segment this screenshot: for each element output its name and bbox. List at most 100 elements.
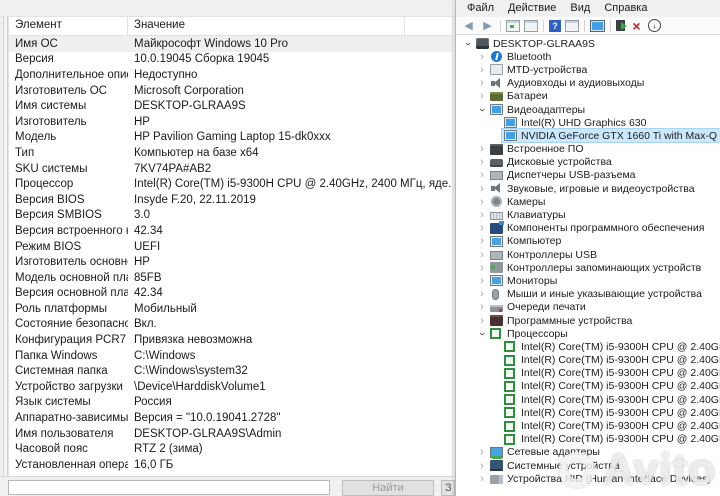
table-row[interactable]: SKU системы7KV74PA#AB2	[9, 161, 452, 177]
chevron-right-icon[interactable]: ›	[476, 184, 488, 194]
table-row[interactable]: ТипКомпьютер на базе x64	[9, 145, 452, 161]
chevron-right-icon[interactable]: ›	[476, 276, 488, 286]
tree-item[interactable]: Диспетчеры USB-разъема	[488, 169, 638, 182]
close-search-button[interactable]: З	[441, 480, 455, 496]
tree-item[interactable]: Intel(R) UHD Graphics 630	[502, 116, 648, 129]
chevron-right-icon[interactable]: ›	[476, 78, 488, 88]
tree-item[interactable]: Клавиатуры	[488, 209, 568, 222]
table-row[interactable]: Версия BIOSInsyde F.20, 22.11.2019	[9, 192, 452, 208]
table-row[interactable]: Роль платформыМобильный	[9, 301, 452, 317]
tree-item[interactable]: MTD-устройства	[488, 63, 589, 76]
chevron-right-icon[interactable]: ›	[476, 91, 488, 101]
tree-item[interactable]: Дисковые устройства	[488, 156, 614, 169]
chevron-right-icon[interactable]: ›	[476, 197, 488, 207]
table-row[interactable]: ПроцессорIntel(R) Core(TM) i5-9300H CPU …	[9, 176, 452, 192]
chevron-right-icon[interactable]: ›	[476, 263, 488, 273]
table-row[interactable]: Дополнительное опис...Недоступно	[9, 67, 452, 83]
show-console-tree-icon[interactable]	[506, 20, 520, 32]
tree-item[interactable]: Intel(R) Core(TM) i5-9300H CPU @ 2.40GHz	[502, 433, 720, 446]
tree-item[interactable]: Intel(R) Core(TM) i5-9300H CPU @ 2.40GHz	[502, 340, 720, 353]
tree-item[interactable]: Мониторы	[488, 274, 559, 287]
tree-item[interactable]: Контроллеры запоминающих устройств	[488, 261, 703, 274]
chevron-right-icon[interactable]: ›	[476, 447, 488, 457]
tree-item[interactable]: Очереди печати	[488, 301, 588, 314]
scan-hardware-changes-icon[interactable]	[590, 20, 605, 32]
tree-item[interactable]: Сетевые адаптеры	[488, 446, 602, 459]
tree-item[interactable]: Процессоры	[488, 327, 570, 340]
tree-item[interactable]: Intel(R) Core(TM) i5-9300H CPU @ 2.40GHz	[502, 420, 720, 433]
menu-item[interactable]: Файл	[460, 1, 501, 15]
table-row[interactable]: Папка WindowsC:\Windows	[9, 348, 452, 364]
tree-item[interactable]: Intel(R) Core(TM) i5-9300H CPU @ 2.40GHz	[502, 380, 720, 393]
menu-item[interactable]: Справка	[597, 1, 654, 15]
chevron-right-icon[interactable]: ›	[476, 250, 488, 260]
chevron-down-icon[interactable]: ›	[477, 104, 487, 116]
chevron-right-icon[interactable]: ›	[476, 289, 488, 299]
table-row[interactable]: МодельHP Pavilion Gaming Laptop 15-dk0xx…	[9, 130, 452, 146]
table-row[interactable]: Версия SMBIOS3.0	[9, 208, 452, 224]
tree-item[interactable]: Программные устройства	[488, 314, 634, 327]
chevron-right-icon[interactable]: ›	[476, 65, 488, 75]
forward-icon[interactable]: ▶	[480, 19, 495, 33]
find-button[interactable]: Найти	[342, 480, 434, 496]
chevron-right-icon[interactable]: ›	[476, 170, 488, 180]
table-row[interactable]: Версия основной платы42.34	[9, 286, 452, 302]
tree-item[interactable]: Аудиовходы и аудиовыходы	[488, 77, 646, 90]
back-icon[interactable]: ◀	[461, 19, 476, 33]
tree-item[interactable]: DESKTOP-GLRAA9S	[474, 37, 597, 50]
table-row[interactable]: Изготовитель основно...HP	[9, 254, 452, 270]
tree-item[interactable]: Intel(R) Core(TM) i5-9300H CPU @ 2.40GHz	[502, 367, 720, 380]
tree-item[interactable]: Компьютер	[488, 235, 563, 248]
chevron-right-icon[interactable]: ›	[476, 210, 488, 220]
tree-item[interactable]: Контроллеры USB	[488, 248, 599, 261]
tree-item[interactable]: Камеры	[488, 195, 547, 208]
tree-item[interactable]: Intel(R) Core(TM) i5-9300H CPU @ 2.40GHz	[502, 354, 720, 367]
table-row[interactable]: Системная папкаC:\Windows\system32	[9, 363, 452, 379]
tree-item[interactable]: Устройства HID (Human Interface Devices)	[488, 472, 713, 485]
help-icon[interactable]: ?	[549, 20, 561, 32]
table-row[interactable]: Часовой поясRTZ 2 (зима)	[9, 441, 452, 457]
tree-item[interactable]: Мыши и иные указывающие устройства	[488, 288, 704, 301]
update-driver-icon[interactable]	[616, 20, 625, 31]
tree-item[interactable]: Intel(R) Core(TM) i5-9300H CPU @ 2.40GHz	[502, 393, 720, 406]
table-row[interactable]: Установленная операт...16,0 ГБ	[9, 457, 452, 473]
properties-icon[interactable]	[524, 20, 538, 32]
table-row[interactable]: Язык системыРоссия	[9, 395, 452, 411]
chevron-right-icon[interactable]: ›	[476, 302, 488, 312]
search-input[interactable]	[8, 480, 330, 495]
table-row[interactable]: Версия10.0.19045 Сборка 19045	[9, 52, 452, 68]
table-row[interactable]: Конфигурация PCR7Привязка невозможна	[9, 332, 452, 348]
tree-item[interactable]: Bluetooth	[488, 50, 553, 63]
chevron-down-icon[interactable]: ›	[477, 328, 487, 340]
table-row[interactable]: Имя ОСМайкрософт Windows 10 Pro	[9, 36, 452, 52]
tree-item[interactable]: Intel(R) Core(TM) i5-9300H CPU @ 2.40GHz	[502, 406, 720, 419]
tree-item[interactable]: Звуковые, игровые и видеоустройства	[488, 182, 697, 195]
tree-item[interactable]: Батареи	[488, 90, 550, 103]
tree-item[interactable]: Системные устройства	[488, 459, 622, 472]
column-header-element[interactable]: Элемент	[9, 17, 128, 35]
table-row[interactable]: Устройство загрузки\Device\HarddiskVolum…	[9, 379, 452, 395]
uninstall-device-icon[interactable]: ×	[629, 19, 644, 33]
chevron-right-icon[interactable]: ›	[476, 461, 488, 471]
table-row[interactable]: Состояние безопасно...Вкл.	[9, 317, 452, 333]
tree-item[interactable]: Встроенное ПО	[488, 143, 586, 156]
table-row[interactable]: Имя системыDESKTOP-GLRAA9S	[9, 98, 452, 114]
table-row[interactable]: Модель основной пла...85FB	[9, 270, 452, 286]
chevron-right-icon[interactable]: ›	[476, 236, 488, 246]
chevron-right-icon[interactable]: ›	[476, 157, 488, 167]
window-icon[interactable]	[565, 20, 579, 32]
tree-item[interactable]: Компоненты программного обеспечения	[488, 222, 706, 235]
menu-item[interactable]: Действие	[501, 1, 563, 15]
table-row[interactable]: Версия встроенного к...42.34	[9, 223, 452, 239]
chevron-right-icon[interactable]: ›	[476, 223, 488, 233]
chevron-right-icon[interactable]: ›	[476, 52, 488, 62]
table-row[interactable]: Режим BIOSUEFI	[9, 239, 452, 255]
chevron-down-icon[interactable]: ›	[463, 38, 473, 50]
chevron-right-icon[interactable]: ›	[476, 316, 488, 326]
table-row[interactable]: Имя пользователяDESKTOP-GLRAA9S\Admin	[9, 426, 452, 442]
table-row[interactable]: Изготовитель ОСMicrosoft Corporation	[9, 83, 452, 99]
table-row[interactable]: Аппаратно-зависимы...Версия = "10.0.1904…	[9, 410, 452, 426]
chevron-right-icon[interactable]: ›	[476, 144, 488, 154]
column-header-value[interactable]: Значение	[128, 17, 405, 35]
chevron-right-icon[interactable]: ›	[476, 474, 488, 484]
